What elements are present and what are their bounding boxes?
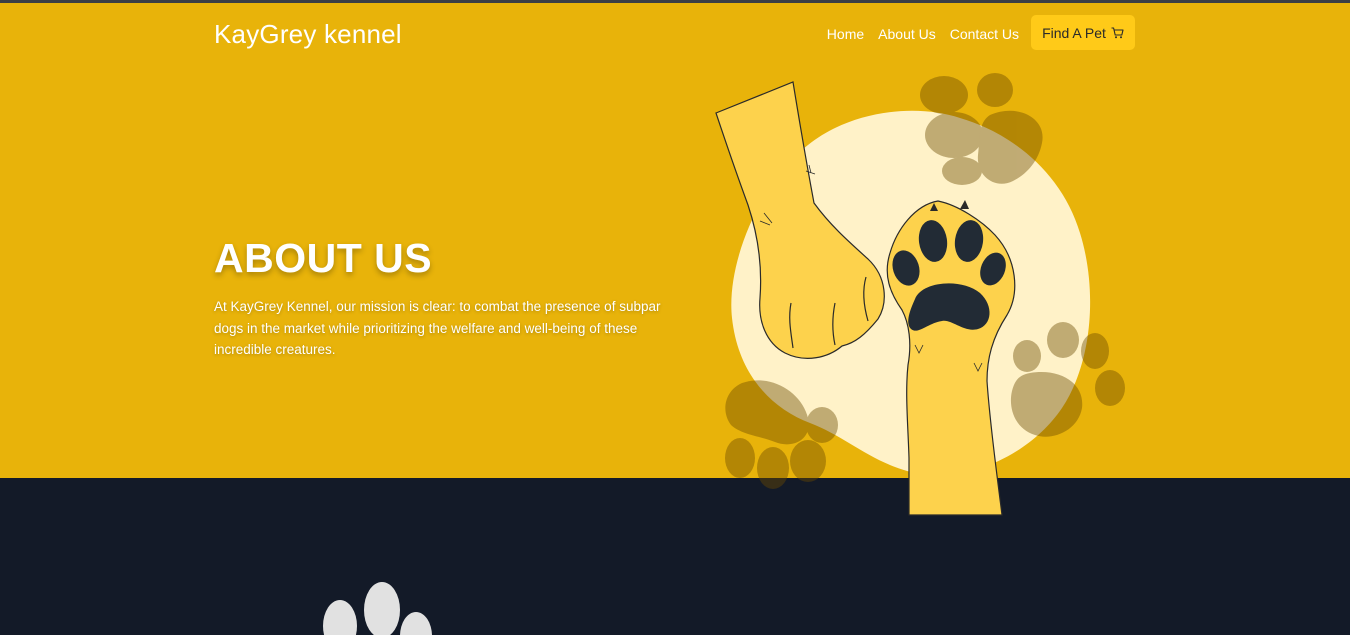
cart-icon bbox=[1111, 26, 1124, 39]
nav-link-contact-us[interactable]: Contact Us bbox=[950, 26, 1019, 42]
hero-section: KayGrey kennel Home About Us Contact Us … bbox=[0, 3, 1350, 516]
paw-print-bottom-icon bbox=[323, 582, 432, 635]
hero-text-block: ABOUT US At KayGrey Kennel, our mission … bbox=[214, 235, 674, 361]
nav-links: Home About Us Contact Us bbox=[827, 26, 1019, 42]
nav-link-home[interactable]: Home bbox=[827, 26, 864, 42]
find-a-pet-button[interactable]: Find A Pet bbox=[1031, 15, 1135, 50]
page-title: ABOUT US bbox=[214, 235, 433, 281]
hero-description: At KayGrey Kennel, our mission is clear:… bbox=[214, 299, 661, 357]
nav-link-about-us[interactable]: About Us bbox=[878, 26, 936, 42]
navbar: KayGrey kennel Home About Us Contact Us … bbox=[214, 15, 1135, 59]
brand-logo[interactable]: KayGrey kennel bbox=[214, 19, 402, 50]
dog-paws-illustration bbox=[715, 73, 1125, 516]
find-a-pet-label: Find A Pet bbox=[1042, 24, 1106, 41]
